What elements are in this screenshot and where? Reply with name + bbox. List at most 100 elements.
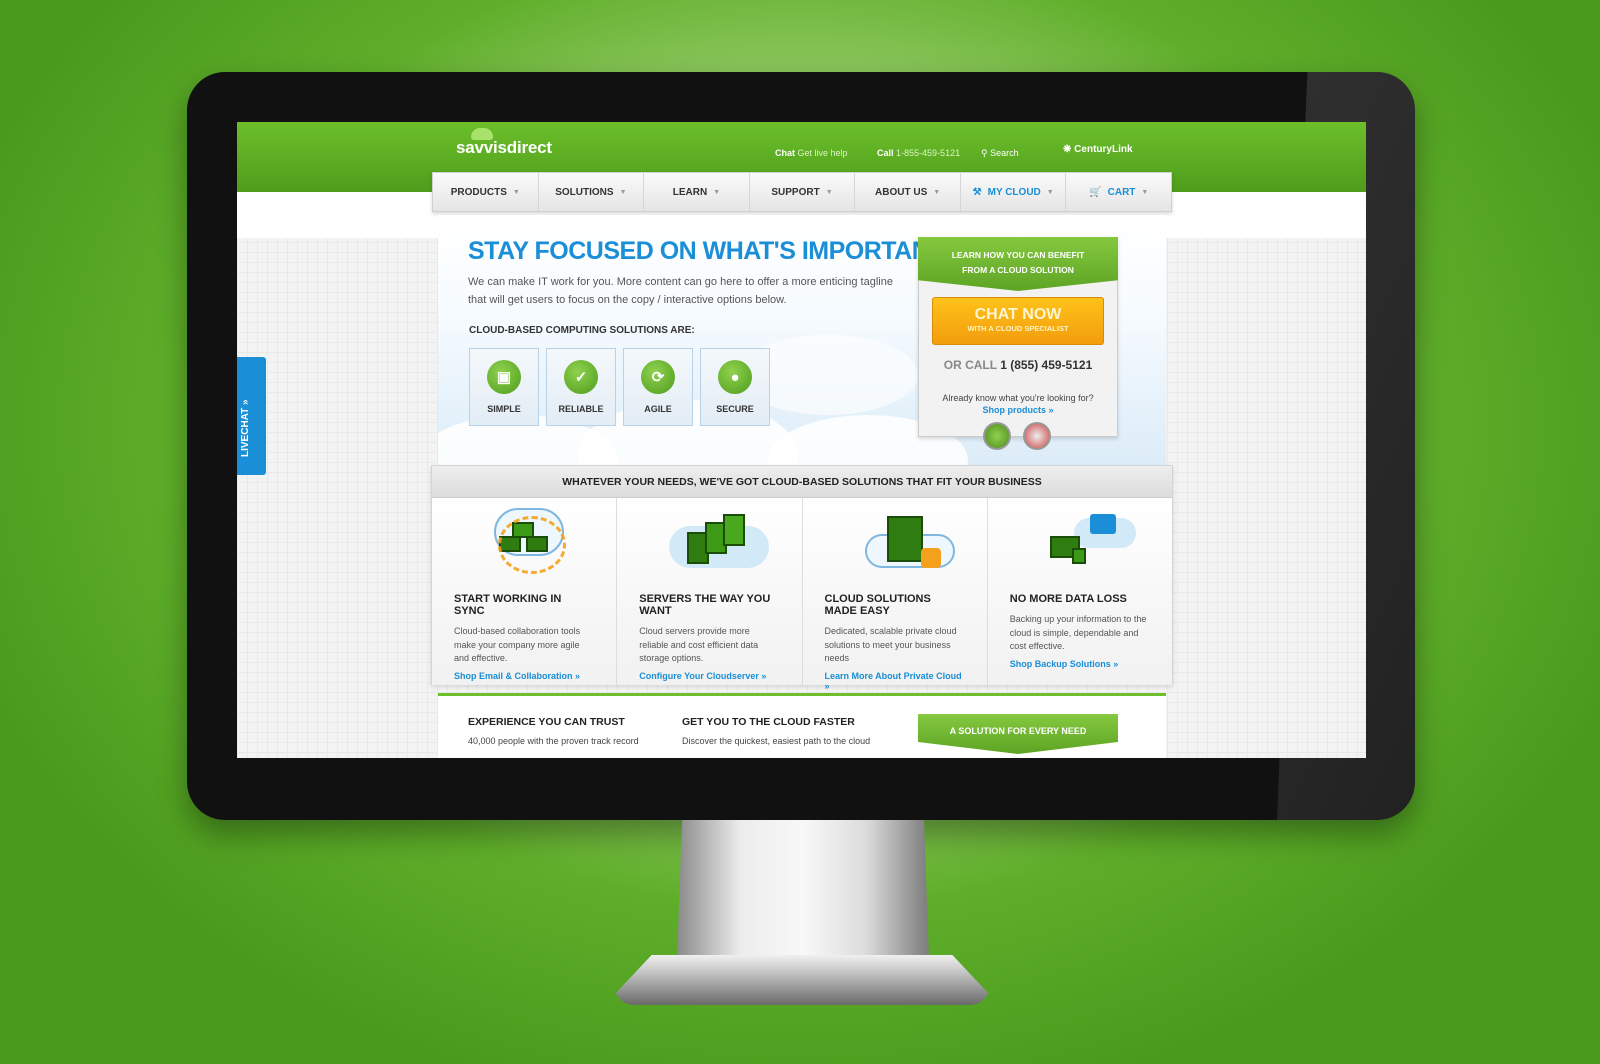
caret-down-icon: ▼	[512, 188, 520, 196]
chat-link[interactable]: Chat Get live help	[775, 148, 848, 158]
solution-title: START WORKING IN SYNC	[454, 593, 562, 617]
bottom-col2-title: GET YOU TO THE CLOUD FASTER	[682, 716, 855, 728]
already-know-text: Already know what you're looking for?	[942, 393, 1094, 403]
bottom-col2-text: Discover the quickest, easiest path to t…	[682, 736, 871, 746]
solution-card: START WORKING IN SYNC Cloud-based collab…	[432, 498, 618, 685]
solutions-heading: WHATEVER YOUR NEEDS, WE'VE GOT CLOUD-BAS…	[432, 466, 1172, 498]
trust-seal-icon	[983, 422, 1011, 450]
solution-title: SERVERS THE WAY YOU WANT	[639, 593, 771, 617]
solutions-section: WHATEVER YOUR NEEDS, WE'VE GOT CLOUD-BAS…	[431, 465, 1173, 691]
caret-down-icon: ▼	[1141, 188, 1149, 196]
centurylink-logo: ❋ CenturyLink	[1063, 144, 1133, 155]
search-link[interactable]: ⚲ Search	[981, 148, 1019, 159]
caret-down-icon: ▼	[713, 188, 721, 196]
search-label: Search	[990, 148, 1019, 158]
monitor-base	[614, 955, 990, 1005]
nav-label: ABOUT US	[875, 186, 928, 198]
centurylink-burst-icon: ❋	[1063, 144, 1072, 155]
nav-label: MY CLOUD	[987, 186, 1041, 198]
or-call-text: OR CALL 1 (855) 459-5121	[919, 358, 1117, 372]
solution-card: NO MORE DATA LOSS Backing up your inform…	[987, 498, 1172, 685]
main-content: STAY FOCUSED ON WHAT'S IMPORTANT We can …	[431, 215, 1173, 758]
cta-banner-line2: FROM A CLOUD SOLUTION	[962, 265, 1074, 275]
solution-title: CLOUD SOLUTIONS MADE EASY	[824, 593, 931, 617]
call-label: Call	[877, 148, 894, 158]
nav-about-us[interactable]: ABOUT US ▼	[855, 173, 961, 211]
cta-banner: LEARN HOW YOU CAN BENEFIT FROM A CLOUD SO…	[918, 237, 1118, 291]
livechat-tab[interactable]: LIVECHAT »	[237, 357, 266, 475]
search-icon: ⚲	[981, 148, 988, 158]
entrust-seal-icon	[1023, 422, 1051, 450]
backup-illustration-icon	[1010, 498, 1150, 586]
feature-label: SECURE	[716, 404, 754, 414]
cart-icon: 🛒	[1089, 186, 1102, 198]
nav-label: SUPPORT	[771, 186, 820, 198]
caret-down-icon: ▼	[619, 188, 627, 196]
solution-text: Cloud servers provide more reliable and …	[639, 626, 759, 663]
caret-down-icon: ▼	[1046, 188, 1054, 196]
checkbox-icon: ✓	[564, 360, 598, 394]
page-title: STAY FOCUSED ON WHAT'S IMPORTANT	[468, 237, 945, 265]
hero-section: STAY FOCUSED ON WHAT'S IMPORTANT We can …	[438, 215, 1166, 465]
feature-label: AGILE	[644, 404, 672, 414]
hero-tagline: We can make IT work for you. More conten…	[468, 276, 893, 306]
private-cloud-illustration-icon	[825, 498, 965, 586]
caret-down-icon: ▼	[825, 188, 833, 196]
feature-simple[interactable]: ▣ SIMPLE	[469, 348, 539, 426]
browser-viewport: savvisdirect Chat Get live help Call 1-8…	[237, 122, 1366, 758]
feature-reliable[interactable]: ✓ RELIABLE	[546, 348, 616, 426]
nav-my-cloud[interactable]: ⚒ MY CLOUD ▼	[961, 173, 1067, 211]
solution-text: Dedicated, scalable private cloud soluti…	[824, 626, 957, 663]
call-number: 1-855-459-5121	[896, 148, 961, 158]
main-nav: PRODUCTS ▼ SOLUTIONS ▼ LEARN ▼ SUPPORT ▼ ABO…	[432, 172, 1172, 212]
feature-secure[interactable]: ● SECURE	[700, 348, 770, 426]
or-call-label: OR CALL	[943, 358, 997, 372]
wrench-icon: ⚒	[972, 186, 982, 198]
cta-banner-line1: LEARN HOW YOU CAN BENEFIT	[951, 250, 1085, 260]
nav-products[interactable]: PRODUCTS ▼	[433, 173, 539, 211]
nav-learn[interactable]: LEARN ▼	[644, 173, 750, 211]
solution-every-need-banner[interactable]: A SOLUTION FOR EVERY NEED	[918, 714, 1118, 754]
solution-link[interactable]: Learn More About Private Cloud »	[825, 671, 965, 691]
bottom-col1-title: EXPERIENCE YOU CAN TRUST	[468, 716, 625, 728]
site-logo[interactable]: savvisdirect	[456, 138, 552, 158]
chat-label: Chat	[775, 148, 795, 158]
partner-name: CenturyLink	[1074, 144, 1133, 155]
servers-illustration-icon	[639, 498, 779, 586]
solution-link[interactable]: Shop Backup Solutions »	[1010, 659, 1150, 669]
solution-card: CLOUD SOLUTIONS MADE EASY Dedicated, sca…	[802, 498, 988, 691]
solution-link[interactable]: Shop Email & Collaboration »	[454, 671, 594, 681]
cta-phone: 1 (855) 459-5121	[1000, 358, 1093, 372]
bottom-section: EXPERIENCE YOU CAN TRUST 40,000 people w…	[438, 693, 1166, 758]
shop-products-link[interactable]: Shop products »	[919, 405, 1117, 415]
feature-agile[interactable]: ⟳ AGILE	[623, 348, 693, 426]
chat-now-button[interactable]: CHAT NOW WITH A CLOUD SPECIALIST	[932, 297, 1104, 345]
chat-now-label: CHAT NOW	[974, 306, 1062, 323]
refresh-icon: ⟳	[641, 360, 675, 394]
bottom-col1-text: 40,000 people with the proven track reco…	[468, 736, 639, 746]
solution-text: Cloud-based collaboration tools make you…	[454, 626, 581, 663]
cube-icon: ▣	[487, 360, 521, 394]
nav-label: SOLUTIONS	[555, 186, 614, 198]
nav-label: CART	[1107, 186, 1136, 198]
feature-label: RELIABLE	[558, 404, 604, 414]
nav-support[interactable]: SUPPORT ▼	[750, 173, 856, 211]
chat-now-sub: WITH A CLOUD SPECIALIST	[967, 324, 1069, 333]
livechat-label: LIVECHAT »	[240, 399, 251, 457]
solution-link[interactable]: Configure Your Cloudserver »	[639, 671, 779, 681]
nav-cart[interactable]: 🛒 CART ▼	[1066, 173, 1171, 211]
call-link[interactable]: Call 1-855-459-5121	[877, 148, 960, 158]
nav-label: PRODUCTS	[450, 186, 507, 198]
solution-text: Backing up your information to the cloud…	[1009, 614, 1147, 651]
nav-label: LEARN	[672, 186, 708, 198]
features-label: CLOUD-BASED COMPUTING SOLUTIONS ARE:	[469, 325, 695, 336]
collaboration-illustration-icon	[454, 498, 594, 586]
cta-panel: LEARN HOW YOU CAN BENEFIT FROM A CLOUD SO…	[918, 237, 1118, 450]
chat-sub: Get live help	[797, 148, 848, 158]
caret-down-icon: ▼	[933, 188, 941, 196]
nav-solutions[interactable]: SOLUTIONS ▼	[539, 173, 645, 211]
lock-icon: ●	[718, 360, 752, 394]
feature-label: SIMPLE	[487, 404, 521, 414]
solution-title: NO MORE DATA LOSS	[1009, 593, 1127, 605]
solution-card: SERVERS THE WAY YOU WANT Cloud servers p…	[617, 498, 803, 685]
